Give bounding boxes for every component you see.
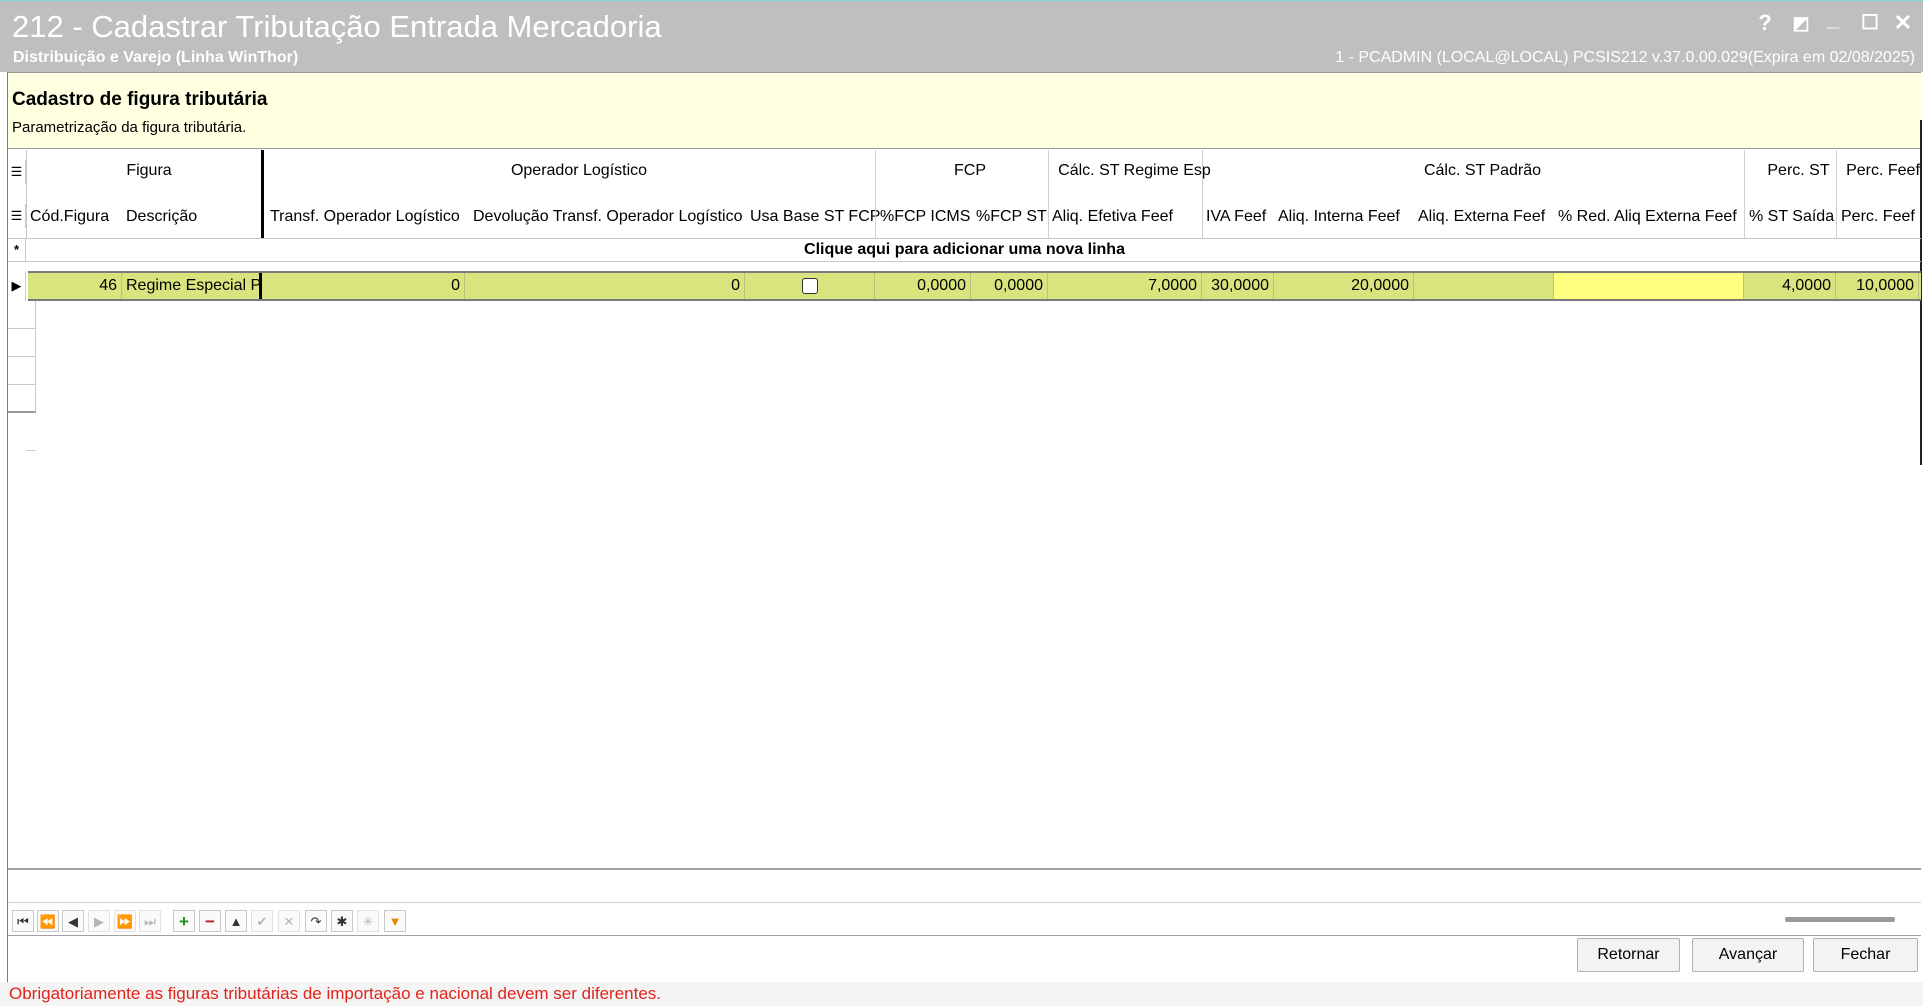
divider [26, 450, 36, 451]
add-new-row-label[interactable]: Clique aqui para adicionar uma nova linh… [8, 241, 1921, 259]
cell-fcp-st[interactable]: 0,0000 [971, 273, 1048, 299]
horizontal-scrollbar[interactable] [1785, 917, 1895, 922]
goto-bookmark-icon[interactable]: ✳ [357, 910, 379, 932]
delete-icon[interactable]: − [199, 910, 221, 932]
cell-devolucao-transf[interactable]: 0 [465, 273, 745, 299]
cell-aliq-efetiva-feef[interactable]: 7,0000 [1048, 273, 1202, 299]
cell-descricao[interactable]: Regime Especial PB [122, 273, 262, 299]
column-customize-icon[interactable]: ☰ [8, 204, 26, 228]
band-calc-st-regime-esp: Cálc. ST Regime Esp [1058, 162, 1211, 179]
cell-aliq-interna-feef[interactable]: 20,0000 [1274, 273, 1414, 299]
usa-base-checkbox[interactable] [801, 277, 818, 294]
cell-aliq-externa-feef[interactable] [1414, 273, 1554, 299]
cell-red-aliq-externa[interactable] [1554, 273, 1744, 299]
band-divider [261, 150, 264, 238]
col-header-usa-base-st-fcp[interactable]: Usa Base ST FCP [746, 197, 883, 237]
empty-row-indicator [8, 301, 36, 329]
cell-perc-feef[interactable]: 10,0000 [1836, 273, 1919, 299]
last-icon[interactable]: ⏭ [139, 910, 161, 932]
col-header-aliq-externa-feef[interactable]: Aliq. Externa Feef [1414, 197, 1563, 237]
refresh-icon[interactable]: ↷ [305, 910, 327, 932]
maximize-icon[interactable]: ☐ [1857, 9, 1883, 37]
cell-transf-operador[interactable]: 0 [264, 273, 465, 299]
data-grid[interactable]: ☰ Figura Operador Logístico FCP Cálc. ST… [8, 150, 1921, 870]
col-header-iva-feef[interactable]: IVA Feef [1202, 197, 1282, 237]
edit-icon[interactable]: ◩ [1788, 9, 1814, 37]
col-header-cod-figura[interactable]: Cód.Figura [26, 197, 122, 237]
avancar-button[interactable]: Avançar [1692, 938, 1804, 972]
col-header-fcp-icms[interactable]: %FCP ICMS [876, 197, 972, 237]
row-indicator-arrow-icon[interactable]: ▶ [8, 271, 26, 301]
col-header-perc-feef[interactable]: Perc. Feef [1837, 197, 1921, 237]
empty-row-indicator [8, 357, 36, 385]
band-divider [1048, 150, 1049, 238]
window-subtitle: Distribuição e Varejo (Linha WinThor) [13, 49, 299, 66]
info-panel: Cadastro de figura tributária Parametriz… [8, 72, 1921, 149]
col-header-descricao[interactable]: Descrição [122, 197, 272, 237]
cell-fcp-icms[interactable]: 0,0000 [875, 273, 971, 299]
filter-icon[interactable]: ▼ [384, 910, 406, 932]
info-description: Parametrização da figura tributária. [12, 119, 247, 136]
first-icon[interactable]: ⏮ [12, 910, 34, 932]
next-page-icon[interactable]: ⏩ [114, 910, 136, 932]
empty-row-indicator [8, 329, 36, 357]
title-bar: 212 - Cadastrar Tributação Entrada Merca… [0, 0, 1923, 72]
footer-summary-bar [8, 870, 1921, 903]
band-operador-logistico: Operador Logístico [510, 162, 648, 179]
window-title: 212 - Cadastrar Tributação Entrada Merca… [12, 9, 662, 44]
prev-page-icon[interactable]: ⏪ [37, 910, 59, 932]
band-perc-st: Perc. ST [1767, 162, 1830, 179]
minimize-icon[interactable]: _ [1820, 5, 1846, 33]
cell-st-saida[interactable]: 4,0000 [1744, 273, 1836, 299]
cell-cod-figura[interactable]: 46 [28, 273, 122, 299]
band-customize-icon[interactable]: ☰ [8, 160, 26, 184]
close-icon[interactable]: ✕ [1890, 9, 1916, 37]
band-figura: Figura [126, 162, 172, 179]
table-row[interactable]: 46 Regime Especial PB 0 0 0,0000 0,0000 … [28, 271, 1921, 301]
col-header-aliq-interna-feef[interactable]: Aliq. Interna Feef [1274, 197, 1421, 237]
cancel-icon[interactable]: ✕ [278, 910, 300, 932]
bookmark-icon[interactable]: ✱ [331, 910, 353, 932]
col-header-devolucao-transf[interactable]: Devolução Transf. Operador Logístico [469, 197, 755, 237]
band-calc-st-padrao: Cálc. ST Padrão [1423, 162, 1542, 179]
next-icon[interactable]: ▶ [88, 910, 110, 932]
info-title: Cadastro de figura tributária [12, 89, 268, 110]
band-divider [1744, 150, 1745, 238]
indicator-divider [26, 150, 27, 238]
add-new-row[interactable]: * Clique aqui para adicionar uma nova li… [8, 238, 1921, 262]
band-divider [1202, 150, 1203, 238]
cell-iva-feef[interactable]: 30,0000 [1202, 273, 1274, 299]
col-header-fcp-st[interactable]: %FCP ST [972, 197, 1057, 237]
help-icon[interactable]: ? [1752, 9, 1778, 37]
retornar-button[interactable]: Retornar [1577, 938, 1680, 972]
band-perc-feef: Perc. Feef [1846, 162, 1920, 179]
band-divider [1836, 150, 1837, 238]
prev-icon[interactable]: ◀ [62, 910, 84, 932]
col-header-st-saida[interactable]: % ST Saída [1745, 197, 1845, 237]
status-message: Obrigatoriamente as figuras tributárias … [9, 984, 662, 1003]
col-header-transf-operador[interactable]: Transf. Operador Logístico [266, 197, 473, 237]
band-fcp: FCP [954, 162, 986, 179]
cell-usa-base-st-fcp[interactable] [745, 273, 875, 299]
col-header-red-aliq-externa[interactable]: % Red. Aliq Externa Feef [1554, 197, 1752, 237]
post-icon[interactable]: ✔ [251, 910, 273, 932]
col-header-aliq-efetiva-feef[interactable]: Aliq. Efetiva Feef [1048, 197, 1212, 237]
record-navigator: ⏮ ⏪ ◀ ▶ ⏩ ⏭ + − ▲ ✔ ✕ ↷ ✱ ✳ ▼ [8, 903, 1921, 935]
up-icon[interactable]: ▲ [225, 910, 247, 932]
add-icon[interactable]: + [173, 910, 195, 932]
band-divider [875, 150, 876, 238]
fechar-button[interactable]: Fechar [1813, 938, 1918, 972]
empty-row-indicator [8, 385, 36, 413]
session-info: 1 - PCADMIN (LOCAL@LOCAL) PCSIS212 v.37.… [1335, 49, 1915, 66]
